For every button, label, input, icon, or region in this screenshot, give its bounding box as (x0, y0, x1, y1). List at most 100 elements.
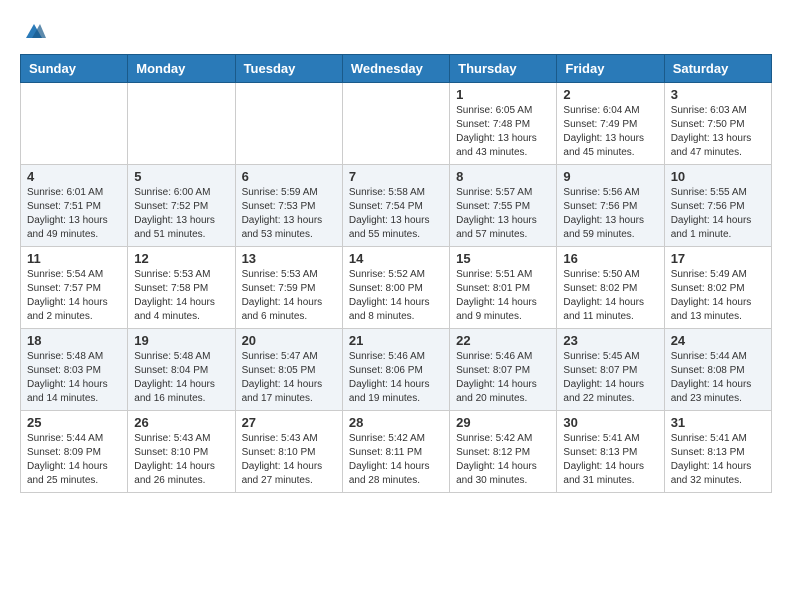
calendar-cell (235, 83, 342, 165)
logo (20, 20, 46, 44)
day-number: 5 (134, 169, 228, 184)
calendar-cell: 13 Sunrise: 5:53 AMSunset: 7:59 PMDayligh… (235, 247, 342, 329)
day-info: Sunrise: 5:53 AMSunset: 7:58 PMDaylight:… (134, 268, 228, 324)
calendar-cell: 27Sunrise: 5:43 AMSunset: 8:10 PMDayligh… (235, 411, 342, 493)
day-info: Sunrise: 5:42 AMSunset: 8:12 PMDaylight:… (456, 432, 550, 488)
calendar-cell: 15 Sunrise: 5:51 AMSunset: 8:01 PMDayligh… (450, 247, 557, 329)
calendar-header-thursday: Thursday (450, 55, 557, 83)
calendar-cell: 4 Sunrise: 6:01 AMSunset: 7:51 PMDaylight… (21, 165, 128, 247)
day-number: 16 (563, 251, 657, 266)
day-info: Sunrise: 5:43 AMSunset: 8:10 PMDaylight:… (242, 432, 336, 488)
calendar-cell: 16 Sunrise: 5:50 AMSunset: 8:02 PMDayligh… (557, 247, 664, 329)
day-number: 23 (563, 333, 657, 348)
calendar-header-friday: Friday (557, 55, 664, 83)
day-number: 24 (671, 333, 765, 348)
day-number: 14 (349, 251, 443, 266)
calendar-week-2: 4 Sunrise: 6:01 AMSunset: 7:51 PMDaylight… (21, 165, 772, 247)
day-info: Sunrise: 6:04 AMSunset: 7:49 PMDaylight:… (563, 104, 657, 160)
day-number: 12 (134, 251, 228, 266)
day-info: Sunrise: 6:05 AMSunset: 7:48 PMDaylight:… (456, 104, 550, 160)
calendar-cell: 29 Sunrise: 5:42 AMSunset: 8:12 PMDayligh… (450, 411, 557, 493)
day-number: 4 (27, 169, 121, 184)
calendar-cell (21, 83, 128, 165)
day-number: 21 (349, 333, 443, 348)
day-number: 11 (27, 251, 121, 266)
calendar-cell: 23 Sunrise: 5:45 AMSunset: 8:07 PMDayligh… (557, 329, 664, 411)
day-info: Sunrise: 5:41 AMSunset: 8:13 PMDaylight:… (563, 432, 657, 488)
calendar-header-tuesday: Tuesday (235, 55, 342, 83)
calendar-header-saturday: Saturday (664, 55, 771, 83)
day-number: 13 (242, 251, 336, 266)
calendar-cell (128, 83, 235, 165)
calendar-cell: 11 Sunrise: 5:54 AMSunset: 7:57 PMDayligh… (21, 247, 128, 329)
day-info: Sunrise: 5:45 AMSunset: 8:07 PMDaylight:… (563, 350, 657, 406)
calendar-week-1: 1Sunrise: 6:05 AMSunset: 7:48 PMDaylight… (21, 83, 772, 165)
calendar-week-3: 11 Sunrise: 5:54 AMSunset: 7:57 PMDayligh… (21, 247, 772, 329)
calendar-cell (342, 83, 449, 165)
day-info: Sunrise: 6:03 AMSunset: 7:50 PMDaylight:… (671, 104, 765, 160)
day-info: Sunrise: 5:50 AMSunset: 8:02 PMDaylight:… (563, 268, 657, 324)
calendar-cell: 19Sunrise: 5:48 AMSunset: 8:04 PMDayligh… (128, 329, 235, 411)
calendar-cell: 21 Sunrise: 5:46 AMSunset: 8:06 PMDayligh… (342, 329, 449, 411)
day-number: 22 (456, 333, 550, 348)
calendar-cell: 12 Sunrise: 5:53 AMSunset: 7:58 PMDayligh… (128, 247, 235, 329)
day-number: 26 (134, 415, 228, 430)
day-number: 9 (563, 169, 657, 184)
day-info: Sunrise: 5:46 AMSunset: 8:06 PMDaylight:… (349, 350, 443, 406)
calendar-cell: 18 Sunrise: 5:48 AMSunset: 8:03 PMDayligh… (21, 329, 128, 411)
calendar-cell: 7 Sunrise: 5:58 AMSunset: 7:54 PMDaylight… (342, 165, 449, 247)
calendar-header-row: SundayMondayTuesdayWednesdayThursdayFrid… (21, 55, 772, 83)
calendar-cell: 30 Sunrise: 5:41 AMSunset: 8:13 PMDayligh… (557, 411, 664, 493)
day-number: 6 (242, 169, 336, 184)
day-number: 17 (671, 251, 765, 266)
day-info: Sunrise: 5:59 AMSunset: 7:53 PMDaylight:… (242, 186, 336, 242)
day-number: 28 (349, 415, 443, 430)
calendar-cell: 31Sunrise: 5:41 AMSunset: 8:13 PMDayligh… (664, 411, 771, 493)
calendar-header-wednesday: Wednesday (342, 55, 449, 83)
logo-icon (22, 20, 46, 44)
day-info: Sunrise: 6:00 AMSunset: 7:52 PMDaylight:… (134, 186, 228, 242)
day-number: 29 (456, 415, 550, 430)
day-info: Sunrise: 5:42 AMSunset: 8:11 PMDaylight:… (349, 432, 443, 488)
day-info: Sunrise: 5:56 AMSunset: 7:56 PMDaylight:… (563, 186, 657, 242)
day-info: Sunrise: 5:43 AMSunset: 8:10 PMDaylight:… (134, 432, 228, 488)
calendar-cell: 22 Sunrise: 5:46 AMSunset: 8:07 PMDayligh… (450, 329, 557, 411)
day-info: Sunrise: 5:46 AMSunset: 8:07 PMDaylight:… (456, 350, 550, 406)
day-number: 10 (671, 169, 765, 184)
day-info: Sunrise: 6:01 AMSunset: 7:51 PMDaylight:… (27, 186, 121, 242)
day-info: Sunrise: 5:47 AMSunset: 8:05 PMDaylight:… (242, 350, 336, 406)
day-number: 25 (27, 415, 121, 430)
calendar-table: SundayMondayTuesdayWednesdayThursdayFrid… (20, 54, 772, 493)
calendar-cell: 9 Sunrise: 5:56 AMSunset: 7:56 PMDaylight… (557, 165, 664, 247)
day-info: Sunrise: 5:54 AMSunset: 7:57 PMDaylight:… (27, 268, 121, 324)
day-number: 3 (671, 87, 765, 102)
day-number: 7 (349, 169, 443, 184)
day-info: Sunrise: 5:51 AMSunset: 8:01 PMDaylight:… (456, 268, 550, 324)
calendar-cell: 6 Sunrise: 5:59 AMSunset: 7:53 PMDaylight… (235, 165, 342, 247)
day-number: 19 (134, 333, 228, 348)
day-info: Sunrise: 5:58 AMSunset: 7:54 PMDaylight:… (349, 186, 443, 242)
calendar-header-monday: Monday (128, 55, 235, 83)
day-number: 30 (563, 415, 657, 430)
day-info: Sunrise: 5:53 AMSunset: 7:59 PMDaylight:… (242, 268, 336, 324)
day-number: 8 (456, 169, 550, 184)
calendar-header-sunday: Sunday (21, 55, 128, 83)
day-info: Sunrise: 5:44 AMSunset: 8:08 PMDaylight:… (671, 350, 765, 406)
calendar-cell: 3 Sunrise: 6:03 AMSunset: 7:50 PMDaylight… (664, 83, 771, 165)
calendar-cell: 2 Sunrise: 6:04 AMSunset: 7:49 PMDaylight… (557, 83, 664, 165)
day-number: 20 (242, 333, 336, 348)
page-header (20, 20, 772, 44)
day-number: 18 (27, 333, 121, 348)
day-info: Sunrise: 5:48 AMSunset: 8:03 PMDaylight:… (27, 350, 121, 406)
day-number: 2 (563, 87, 657, 102)
calendar-cell: 1Sunrise: 6:05 AMSunset: 7:48 PMDaylight… (450, 83, 557, 165)
calendar-cell: 14Sunrise: 5:52 AMSunset: 8:00 PMDayligh… (342, 247, 449, 329)
day-number: 15 (456, 251, 550, 266)
day-info: Sunrise: 5:49 AMSunset: 8:02 PMDaylight:… (671, 268, 765, 324)
calendar-cell: 25Sunrise: 5:44 AMSunset: 8:09 PMDayligh… (21, 411, 128, 493)
day-number: 31 (671, 415, 765, 430)
calendar-cell: 26 Sunrise: 5:43 AMSunset: 8:10 PMDayligh… (128, 411, 235, 493)
calendar-cell: 10Sunrise: 5:55 AMSunset: 7:56 PMDayligh… (664, 165, 771, 247)
calendar-cell: 24 Sunrise: 5:44 AMSunset: 8:08 PMDayligh… (664, 329, 771, 411)
calendar-cell: 20 Sunrise: 5:47 AMSunset: 8:05 PMDayligh… (235, 329, 342, 411)
